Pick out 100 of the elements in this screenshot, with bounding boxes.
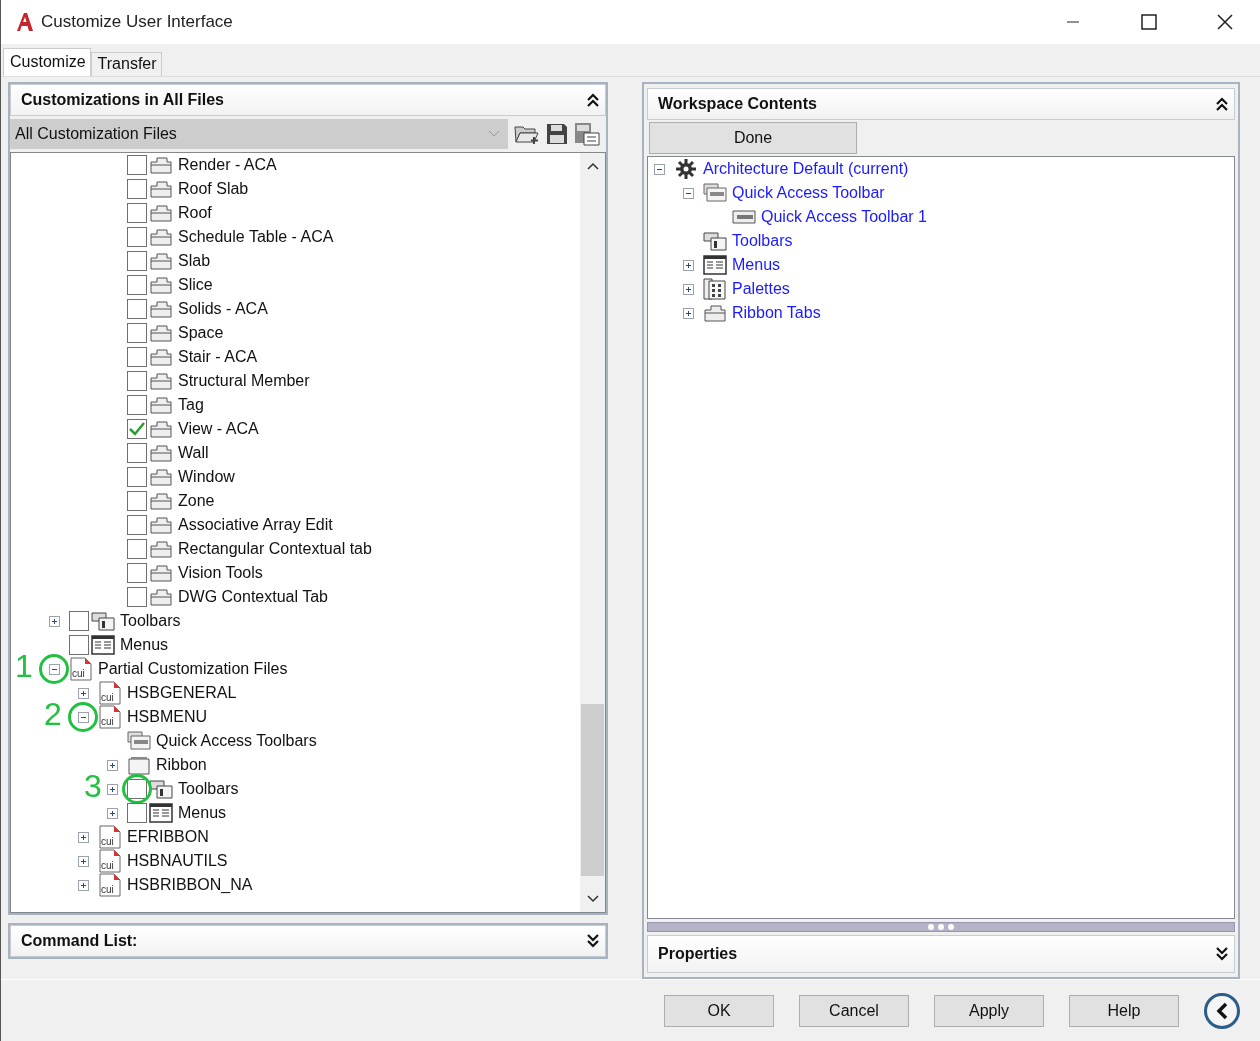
expand-toggle[interactable]	[107, 759, 118, 771]
tree-item[interactable]: Quick Access Toolbar 1	[761, 208, 927, 226]
tree-item[interactable]: Ribbon	[156, 756, 207, 774]
tree-item[interactable]: EFRIBBON	[127, 828, 209, 846]
tree-item[interactable]: Menus	[178, 804, 227, 822]
save-as-icon[interactable]	[574, 122, 600, 146]
tree-item[interactable]: Solids - ACA	[178, 300, 268, 318]
tree-item[interactable]: Roof	[178, 204, 212, 222]
checkbox[interactable]	[127, 347, 147, 367]
collapse-toggle[interactable]	[683, 187, 694, 199]
tab-icon	[149, 348, 173, 366]
tree-item[interactable]: Toolbars	[178, 780, 239, 798]
close-icon[interactable]	[1217, 14, 1233, 30]
tree-item[interactable]: Ribbon Tabs	[732, 304, 821, 322]
tree-item[interactable]: HSBRIBBON_NA	[127, 876, 253, 894]
scroll-thumb[interactable]	[581, 704, 604, 876]
tree-item[interactable]: Vision Tools	[178, 564, 263, 582]
checkbox[interactable]	[127, 563, 147, 583]
checkbox[interactable]	[69, 611, 89, 631]
tree-item[interactable]: Space	[178, 324, 224, 342]
checkbox[interactable]	[127, 467, 147, 487]
tree-item[interactable]: Wall	[178, 444, 209, 462]
tree-item[interactable]: Menus	[120, 636, 169, 654]
save-icon[interactable]	[546, 123, 568, 145]
tab[interactable]: Transfer	[90, 52, 162, 76]
file-dropdown[interactable]: All Customization Files	[10, 119, 508, 149]
tree-item[interactable]: Window	[178, 468, 235, 486]
expand-icon[interactable]	[587, 933, 599, 949]
back-button[interactable]	[1204, 992, 1240, 1029]
collapse-icon[interactable]	[587, 92, 599, 108]
collapse-icon[interactable]	[1216, 96, 1228, 112]
splitter-handle[interactable]	[647, 922, 1235, 932]
tree-item[interactable]: Quick Access Toolbar	[732, 184, 885, 202]
tree-item[interactable]: HSBMENU	[127, 708, 207, 726]
checkbox[interactable]	[127, 491, 147, 511]
dialog-button[interactable]: Apply	[934, 994, 1044, 1027]
maximize-icon[interactable]	[1141, 14, 1157, 30]
checkbox[interactable]	[127, 227, 147, 247]
expand-toggle[interactable]	[683, 283, 694, 295]
done-button[interactable]: Done	[649, 122, 857, 154]
open-folder-icon[interactable]	[514, 123, 540, 145]
expand-toggle[interactable]	[107, 807, 118, 819]
tree-item[interactable]: Slab	[178, 252, 211, 270]
checkbox[interactable]	[127, 299, 147, 319]
dialog-button[interactable]: Help	[1069, 994, 1179, 1027]
tree-item[interactable]: DWG Contextual Tab	[178, 588, 328, 606]
tab[interactable]: Customize	[3, 48, 91, 76]
checkbox[interactable]	[127, 539, 147, 559]
tree-item[interactable]: Stair - ACA	[178, 348, 258, 366]
tree-item[interactable]: Schedule Table - ACA	[178, 228, 334, 246]
checkbox[interactable]	[127, 515, 147, 535]
tree-item[interactable]: View - ACA	[178, 420, 259, 438]
collapse-toggle[interactable]	[49, 663, 60, 675]
checkbox[interactable]	[127, 371, 147, 391]
tab-icon	[149, 300, 173, 318]
expand-toggle[interactable]	[78, 687, 89, 699]
tree-item[interactable]: Palettes	[732, 280, 790, 298]
checkbox[interactable]	[69, 635, 89, 655]
collapse-toggle[interactable]	[654, 163, 665, 175]
checkbox[interactable]	[127, 587, 147, 607]
expand-toggle[interactable]	[107, 783, 118, 795]
tree-item[interactable]: Toolbars	[120, 612, 181, 630]
expand-toggle[interactable]	[78, 831, 89, 843]
checkbox[interactable]	[127, 803, 147, 823]
dialog-button[interactable]: Cancel	[799, 994, 909, 1027]
checkbox[interactable]	[127, 323, 147, 343]
checkbox[interactable]	[127, 419, 147, 439]
tree-item[interactable]: Slice	[178, 276, 213, 294]
tree-item[interactable]: Partial Customization Files	[98, 660, 288, 678]
tree-item[interactable]: Roof Slab	[178, 180, 249, 198]
toolbar-icon	[703, 183, 727, 203]
checkbox[interactable]	[127, 155, 147, 175]
tree-item[interactable]: HSBGENERAL	[127, 684, 237, 702]
tree-item[interactable]: Zone	[178, 492, 215, 510]
tree-item[interactable]: Structural Member	[178, 372, 310, 390]
checkbox[interactable]	[127, 203, 147, 223]
tree-item[interactable]: Toolbars	[732, 232, 793, 250]
expand-icon[interactable]	[1216, 946, 1228, 962]
collapse-toggle[interactable]	[78, 711, 89, 723]
dialog-button[interactable]: OK	[664, 994, 774, 1027]
tree-item[interactable]: Menus	[732, 256, 781, 274]
scrollbar[interactable]	[580, 153, 605, 912]
tree-item[interactable]: Tag	[178, 396, 204, 414]
tab-icon	[149, 444, 173, 462]
checkbox[interactable]	[127, 251, 147, 271]
checkbox[interactable]	[127, 179, 147, 199]
tree-item[interactable]: Rectangular Contextual tab	[178, 540, 372, 558]
tree-item[interactable]: Architecture Default (current)	[703, 160, 909, 178]
tree-item[interactable]: Render - ACA	[178, 156, 277, 174]
expand-toggle[interactable]	[78, 855, 89, 867]
checkbox[interactable]	[127, 275, 147, 295]
tree-item[interactable]: HSBNAUTILS	[127, 852, 228, 870]
expand-toggle[interactable]	[683, 307, 694, 319]
tree-item[interactable]: Associative Array Edit	[178, 516, 333, 534]
checkbox[interactable]	[127, 395, 147, 415]
expand-toggle[interactable]	[683, 259, 694, 271]
checkbox[interactable]	[127, 443, 147, 463]
tree-item[interactable]: Quick Access Toolbars	[156, 732, 317, 750]
expand-toggle[interactable]	[49, 615, 60, 627]
expand-toggle[interactable]	[78, 879, 89, 891]
